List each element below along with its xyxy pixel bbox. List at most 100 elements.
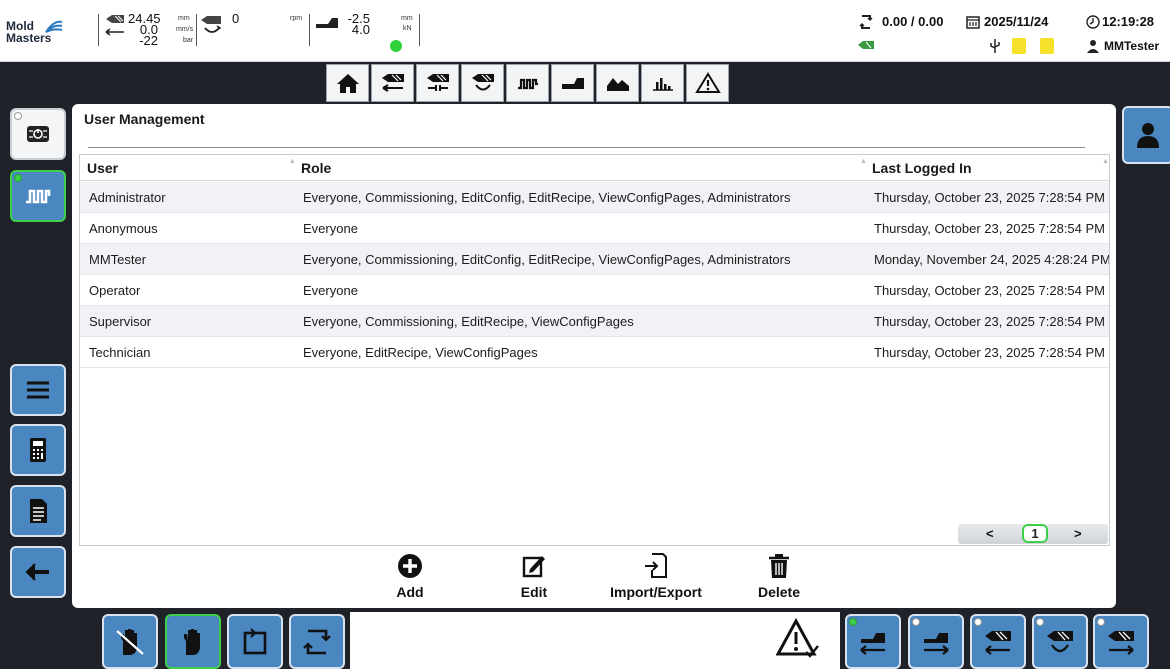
home-icon — [336, 74, 359, 93]
user-icon — [1137, 123, 1159, 148]
title-divider — [88, 147, 1085, 148]
cell-role: Everyone, Commissioning, EditConfig, Edi… — [303, 252, 791, 267]
status-dot — [849, 618, 857, 626]
nav-alarms[interactable] — [686, 64, 729, 102]
cell-last-logged-in: Thursday, October 23, 2025 7:28:54 PM — [874, 190, 1106, 205]
profile-graph-icon — [606, 78, 629, 91]
cell-last-logged-in: Thursday, October 23, 2025 7:28:54 PM — [874, 283, 1106, 298]
cell-user: Administrator — [89, 190, 166, 205]
nav-hold[interactable] — [416, 64, 459, 102]
edit-label: Edit — [520, 584, 548, 600]
cell-user: Anonymous — [89, 221, 158, 236]
delete-label: Delete — [757, 584, 801, 600]
trash-icon — [769, 554, 789, 578]
auto-cycle-icon — [303, 629, 331, 654]
column-header-user[interactable]: User — [87, 160, 118, 176]
screw-icon — [471, 74, 494, 91]
power-panel-icon — [27, 126, 49, 142]
hand-disabled-icon — [116, 628, 144, 655]
documents-button[interactable] — [10, 485, 66, 537]
column-header-last-logged-in[interactable]: Last Logged In — [872, 160, 972, 176]
cell-role: Everyone, EditRecipe, ViewConfigPages — [303, 345, 538, 360]
recipe-status-icon — [1040, 38, 1054, 54]
table-row[interactable]: Operator Everyone Thursday, October 23, … — [80, 275, 1109, 306]
status-dot — [14, 174, 22, 182]
heater-status-icon — [858, 41, 874, 49]
cycle-icon — [859, 15, 873, 29]
calculator-button[interactable] — [10, 424, 66, 476]
sort-icon: ▲ — [289, 158, 296, 165]
table-row[interactable]: MMTester Everyone, Commissioning, EditCo… — [80, 244, 1109, 275]
divider — [98, 14, 99, 46]
previous-page-button[interactable]: < — [986, 526, 994, 541]
injection-pressure: -22 — [139, 33, 158, 48]
arrow-left-icon — [105, 28, 124, 36]
user-management-panel: User Management User ▲ Role ▲ Last Logge… — [72, 104, 1116, 608]
clamp-close-button[interactable] — [845, 614, 901, 669]
user-management-button[interactable] — [1122, 106, 1170, 164]
nav-profile[interactable] — [596, 64, 639, 102]
edit-user-button[interactable]: Edit — [489, 552, 579, 600]
status-dot — [1097, 618, 1105, 626]
current-time: 12:19:28 — [1102, 14, 1155, 29]
nav-injection[interactable] — [371, 64, 414, 102]
nav-home[interactable] — [326, 64, 369, 102]
status-dot — [974, 618, 982, 626]
logged-in-user: MMTester — [1104, 39, 1160, 53]
nav-temperature[interactable] — [506, 64, 549, 102]
machine-power-button[interactable] — [10, 108, 66, 160]
status-dot — [1036, 618, 1044, 626]
import-export-button[interactable]: Import/Export — [601, 552, 711, 600]
alarm-acknowledge-icon[interactable] — [776, 618, 820, 660]
table-row[interactable]: Supervisor Everyone, Commissioning, Edit… — [80, 306, 1109, 337]
edit-icon — [522, 556, 545, 578]
add-icon — [398, 554, 422, 578]
cell-last-logged-in: Thursday, October 23, 2025 7:28:54 PM — [874, 314, 1106, 329]
semi-auto-button[interactable] — [227, 614, 283, 669]
table-row[interactable]: Technician Everyone, EditRecipe, ViewCon… — [80, 337, 1109, 368]
temperature-zones-icon — [517, 78, 538, 90]
cell-user: MMTester — [89, 252, 147, 267]
injection-forward-button[interactable] — [970, 614, 1026, 669]
clamp-open-button[interactable] — [908, 614, 964, 669]
menu-button[interactable] — [10, 364, 66, 416]
column-header-role[interactable]: Role — [301, 160, 331, 176]
clamp-icon — [561, 78, 584, 89]
table-row[interactable]: Administrator Everyone, Commissioning, E… — [80, 182, 1109, 213]
clamp-force: 4.0 — [351, 22, 370, 37]
back-button[interactable] — [10, 546, 66, 598]
manual-mode-button[interactable] — [165, 614, 221, 669]
machine-status-indicator — [390, 40, 402, 52]
arrow-left-icon — [25, 563, 49, 581]
injection-retract-button[interactable] — [1093, 614, 1149, 669]
hold-icon — [426, 74, 449, 91]
main-navigation — [326, 64, 818, 102]
users-table: User ▲ Role ▲ Last Logged In ▲ Administr… — [79, 154, 1110, 546]
divider — [196, 14, 197, 46]
unit-rpm: rpm — [290, 15, 303, 22]
unit-mm: mm — [178, 15, 190, 22]
table-row[interactable]: Anonymous Everyone Thursday, October 23,… — [80, 213, 1109, 244]
hamburger-menu-icon — [27, 381, 49, 399]
nav-clamp[interactable] — [551, 64, 594, 102]
document-status-icon — [1012, 38, 1026, 54]
injection-forward-icon — [985, 630, 1011, 655]
auto-mode-button[interactable] — [289, 614, 345, 669]
message-area — [350, 612, 840, 669]
warning-icon — [694, 72, 721, 93]
status-bar: Mold Masters 24.45 0.0 -22 mm mm/s bar 0… — [0, 0, 1170, 62]
injection-retract-icon — [1108, 630, 1134, 655]
heater-zones-button[interactable] — [10, 170, 66, 222]
delete-user-button[interactable]: Delete — [734, 552, 824, 600]
next-page-button[interactable]: > — [1074, 526, 1082, 541]
nav-statistics[interactable] — [641, 64, 684, 102]
current-page-button[interactable]: 1 — [1022, 524, 1048, 543]
manual-mode-off-button[interactable] — [102, 614, 158, 669]
add-user-button[interactable]: Add — [365, 552, 455, 600]
bar-chart-icon — [652, 78, 673, 91]
nav-screw[interactable] — [461, 64, 504, 102]
calculator-icon — [30, 438, 46, 462]
clamp-icon — [316, 18, 338, 28]
screw-recovery-button[interactable] — [1032, 614, 1088, 669]
injection-icon — [381, 74, 404, 92]
